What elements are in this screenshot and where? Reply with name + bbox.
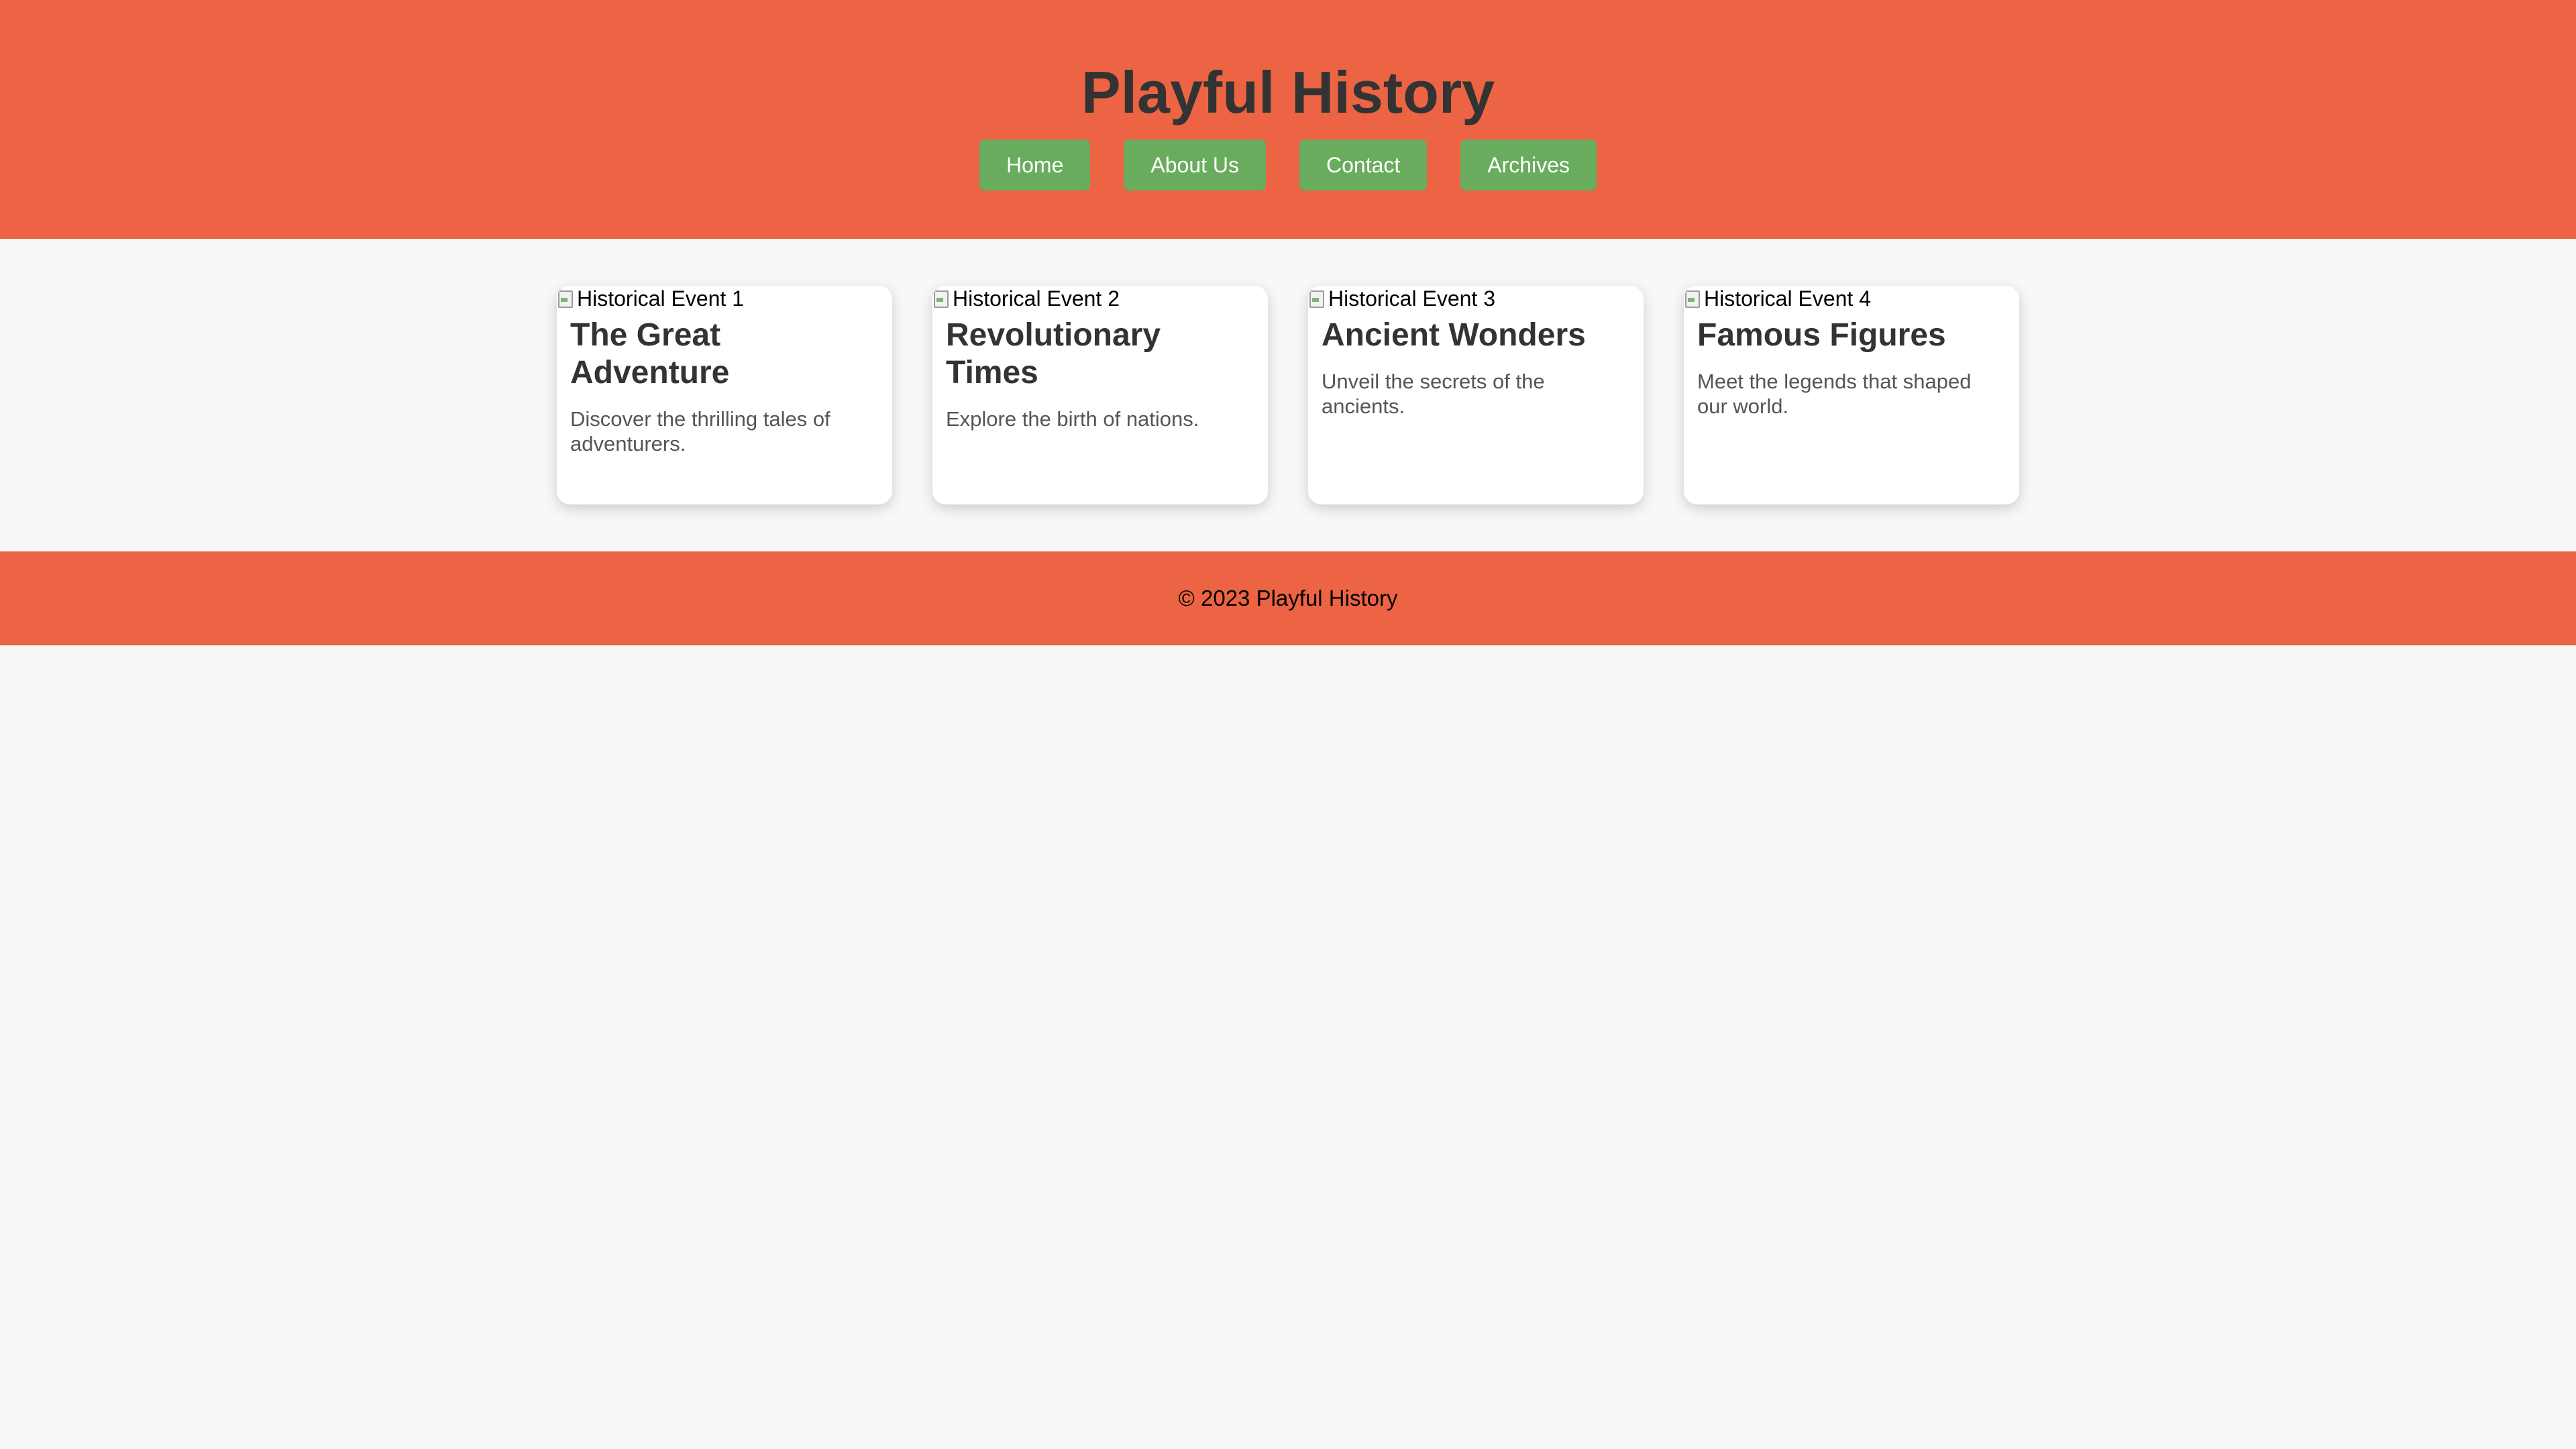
site-footer: © 2023 Playful History [0, 551, 2576, 645]
nav-about-us-button[interactable]: About Us [1124, 140, 1266, 191]
card-title: Ancient Wonders [1322, 317, 1586, 353]
broken-image-icon [557, 288, 574, 309]
card-description: Unveil the secrets of the ancients. [1322, 370, 1545, 418]
footer-copyright: © 2023 Playful History [1178, 586, 1398, 610]
nav-archives-button[interactable]: Archives [1460, 140, 1597, 191]
card-image-alt: Historical Event 1 [577, 286, 744, 311]
history-card[interactable]: Historical Event 3 Ancient Wonders Unvei… [1308, 286, 1644, 504]
main-nav: Home About Us Contact Archives [0, 140, 2576, 191]
card-body: Ancient Wonders Unveil the secrets of th… [1308, 317, 1644, 419]
nav-contact-button[interactable]: Contact [1299, 140, 1428, 191]
history-card[interactable]: Historical Event 2 Revolutionary Times E… [932, 286, 1268, 504]
card-image-alt: Historical Event 4 [1704, 286, 1871, 311]
nav-home-button[interactable]: Home [979, 140, 1091, 191]
card-image: Historical Event 4 [1684, 286, 2019, 311]
history-card[interactable]: Historical Event 1 The Great Adventure D… [557, 286, 892, 504]
card-image: Historical Event 1 [557, 286, 892, 311]
card-title: Revolutionary Times [946, 317, 1161, 390]
broken-image-icon [1308, 288, 1326, 309]
card-grid: Historical Event 1 The Great Adventure D… [0, 239, 2576, 551]
card-description: Discover the thrilling tales of adventur… [570, 407, 830, 455]
card-image: Historical Event 3 [1308, 286, 1644, 311]
card-image: Historical Event 2 [932, 286, 1268, 311]
card-body: Revolutionary Times Explore the birth of… [932, 317, 1268, 431]
broken-image-icon [932, 288, 950, 309]
card-body: Famous Figures Meet the legends that sha… [1684, 317, 2019, 419]
card-image-alt: Historical Event 3 [1328, 286, 1495, 311]
card-title: The Great Adventure [570, 317, 730, 390]
site-title: Playful History [1081, 59, 1495, 125]
card-description: Explore the birth of nations. [946, 407, 1199, 431]
history-card[interactable]: Historical Event 4 Famous Figures Meet t… [1684, 286, 2019, 504]
broken-image-icon [1684, 288, 1701, 309]
card-description: Meet the legends that shaped our world. [1697, 370, 1972, 418]
site-header: Playful History Home About Us Contact Ar… [0, 0, 2576, 239]
card-body: The Great Adventure Discover the thrilli… [557, 317, 892, 456]
card-image-alt: Historical Event 2 [953, 286, 1120, 311]
card-title: Famous Figures [1697, 317, 1946, 353]
